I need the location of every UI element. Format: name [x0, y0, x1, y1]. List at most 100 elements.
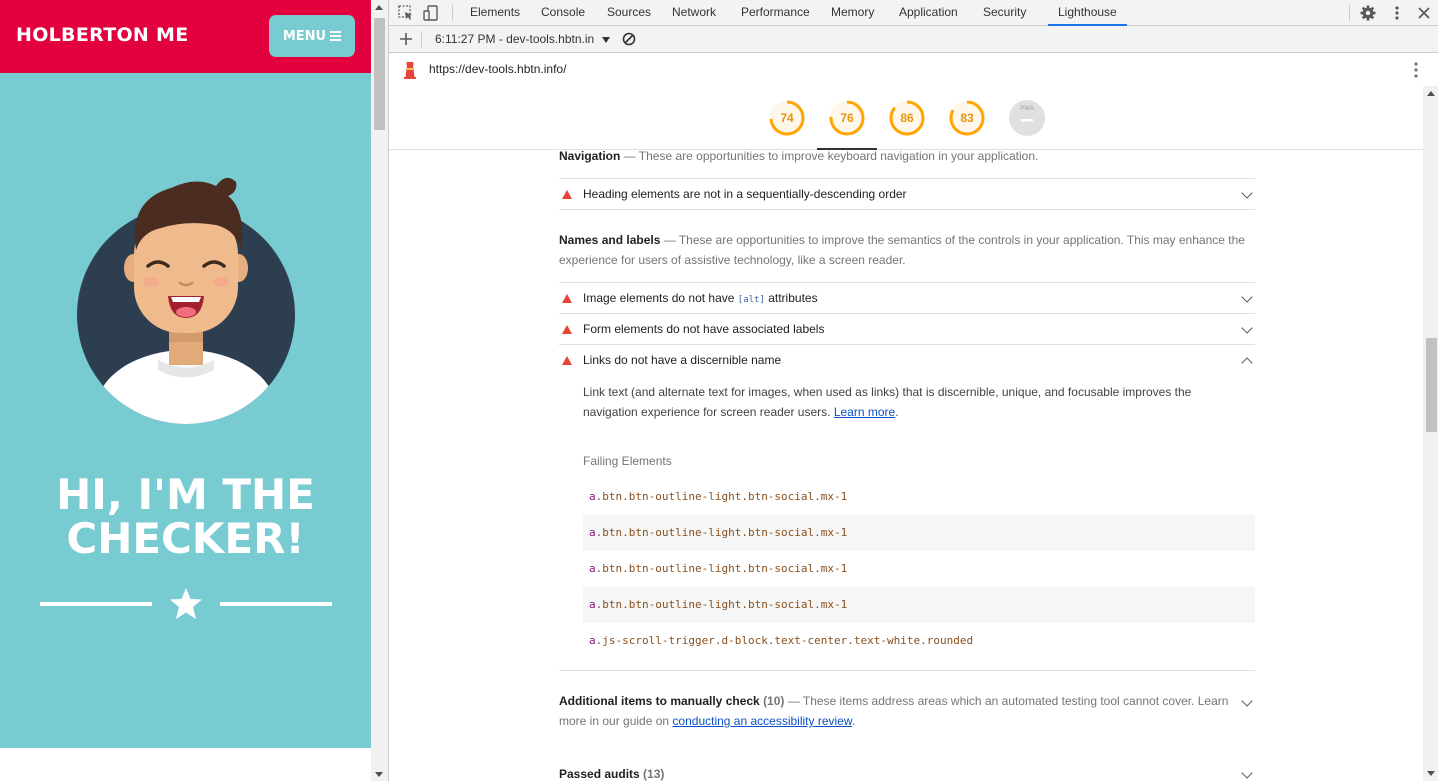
- score-gauge-performance[interactable]: 74: [768, 99, 806, 137]
- group-description: These are opportunities to improve keybo…: [638, 150, 1039, 163]
- fail-triangle-icon: [562, 325, 572, 334]
- failing-element-row[interactable]: a.btn.btn-outline-light.btn-social.mx-1: [583, 515, 1255, 551]
- group-count: (10): [763, 694, 785, 708]
- chevron-down-icon[interactable]: [1241, 695, 1253, 707]
- score-value: 76: [840, 111, 854, 125]
- report-url-bar: https://dev-tools.hbtn.info/: [389, 53, 1438, 86]
- audit-title: Form elements do not have associated lab…: [583, 322, 825, 336]
- accessibility-review-link[interactable]: conducting an accessibility review: [672, 714, 851, 728]
- failing-element-row[interactable]: a.btn.btn-outline-light.btn-social.mx-1: [583, 551, 1255, 587]
- tab-sources[interactable]: Sources: [607, 0, 651, 26]
- tab-application[interactable]: Application: [899, 0, 958, 26]
- score-gauge-seo[interactable]: 83: [948, 99, 986, 137]
- device-toolbar-icon[interactable]: [422, 4, 440, 22]
- chevron-down-icon: [1241, 322, 1253, 334]
- hamburger-icon: [330, 31, 342, 41]
- group-description: These are opportunities to improve the s…: [559, 233, 1245, 267]
- group-count: (13): [643, 767, 665, 781]
- audit-image-alt[interactable]: Image elements do not have [alt] attribu…: [559, 282, 1255, 313]
- hero-section: HI, I'M THE CHECKER!: [0, 73, 371, 748]
- failing-element-row[interactable]: a.js-scroll-trigger.d-block.text-center.…: [583, 623, 1255, 659]
- score-gauge-accessibility[interactable]: 76: [828, 99, 866, 137]
- clear-reports-icon[interactable]: [620, 30, 638, 48]
- menu-button-label: MENU: [282, 28, 327, 44]
- report-scrollbar-thumb[interactable]: [1426, 338, 1437, 432]
- report-scrollbar[interactable]: [1423, 86, 1438, 781]
- group-manual-checks[interactable]: Additional items to manually check (10) …: [559, 691, 1229, 731]
- chevron-up-icon: [1241, 357, 1253, 369]
- devtools-tab-bar: Elements Console Sources Network Perform…: [389, 0, 1438, 26]
- element-tag: a: [589, 562, 596, 575]
- score-gauge-best-practices[interactable]: 86: [888, 99, 926, 137]
- lighthouse-logo-icon: [404, 62, 416, 79]
- inspect-element-icon[interactable]: [397, 4, 415, 22]
- settings-gear-icon[interactable]: [1359, 4, 1377, 22]
- fail-triangle-icon: [562, 294, 572, 303]
- score-gauge-pwa[interactable]: PWA: [1008, 99, 1046, 137]
- page-scrollbar-thumb[interactable]: [374, 18, 385, 130]
- star-icon: [170, 588, 202, 619]
- failing-element-row[interactable]: a.btn.btn-outline-light.btn-social.mx-1: [583, 479, 1255, 515]
- star-divider: [40, 586, 332, 622]
- lighthouse-toolbar: 6:11:27 PM - dev-tools.hbtn.in: [389, 26, 1438, 53]
- audit-description: Link text (and alternate text for images…: [583, 385, 1192, 419]
- element-tag: a: [589, 598, 596, 611]
- audit-title: Heading elements are not in a sequential…: [583, 187, 907, 201]
- audit-title: Links do not have a discernible name: [583, 353, 782, 367]
- menu-button[interactable]: MENU: [269, 15, 355, 57]
- failing-element-row[interactable]: a.btn.btn-outline-light.btn-social.mx-1: [583, 587, 1255, 623]
- element-tag: a: [589, 634, 596, 647]
- audit-title-text: attributes: [768, 291, 818, 305]
- tab-elements[interactable]: Elements: [470, 0, 520, 26]
- tab-security[interactable]: Security: [983, 0, 1026, 26]
- audit-title: Image elements do not have [alt] attribu…: [583, 291, 818, 305]
- tab-console[interactable]: Console: [541, 0, 585, 26]
- report-selector-label: 6:11:27 PM - dev-tools.hbtn.in: [435, 32, 595, 46]
- failing-elements-label: Failing Elements: [583, 454, 672, 468]
- website-viewport: HOLBERTON ME MENU HI, I'M THE CHECKER!: [0, 0, 371, 781]
- element-selector: .btn.btn-outline-light.btn-social.mx-1: [595, 562, 848, 575]
- close-devtools-icon[interactable]: [1415, 4, 1433, 22]
- group-title: Additional items to manually check: [559, 694, 760, 708]
- group-title: Passed audits: [559, 767, 640, 781]
- report-selector[interactable]: 6:11:27 PM - dev-tools.hbtn.in: [435, 32, 610, 46]
- learn-more-link[interactable]: Learn more: [834, 405, 895, 419]
- dropdown-caret-icon: [601, 36, 610, 43]
- site-brand[interactable]: HOLBERTON ME: [16, 24, 189, 46]
- chevron-down-icon: [1241, 187, 1253, 199]
- devtools-panel: Elements Console Sources Network Perform…: [388, 0, 1438, 781]
- audit-form-labels[interactable]: Form elements do not have associated lab…: [559, 313, 1255, 344]
- page-scrollbar[interactable]: [371, 0, 388, 781]
- group-names-labels: Names and labels — These are opportuniti…: [559, 233, 1245, 267]
- score-value: 74: [780, 111, 794, 125]
- element-selector: .js-scroll-trigger.d-block.text-center.t…: [595, 634, 974, 647]
- score-value: 83: [960, 111, 974, 125]
- punctuation: .: [851, 714, 856, 728]
- element-tag: a: [589, 490, 596, 503]
- audit-title-text: Image elements do not have: [583, 291, 735, 305]
- score-value: 86: [900, 111, 914, 125]
- avatar-illustration: [77, 177, 295, 424]
- site-header: HOLBERTON ME MENU: [0, 0, 371, 73]
- element-tag: a: [589, 526, 596, 539]
- tab-network[interactable]: Network: [672, 0, 716, 26]
- group-passed-audits[interactable]: Passed audits (13): [559, 764, 1255, 781]
- element-selector: .btn.btn-outline-light.btn-social.mx-1: [595, 598, 848, 611]
- score-gauges: 74 76 86 83 PWA: [389, 86, 1438, 150]
- tab-lighthouse[interactable]: Lighthouse: [1048, 0, 1127, 26]
- element-selector: .btn.btn-outline-light.btn-social.mx-1: [595, 526, 848, 539]
- tab-memory[interactable]: Memory: [831, 0, 874, 26]
- audit-heading-order[interactable]: Heading elements are not in a sequential…: [559, 178, 1255, 209]
- audit-link-name[interactable]: Links do not have a discernible name: [559, 344, 1255, 375]
- group-title: Navigation: [559, 150, 621, 163]
- fail-triangle-icon: [562, 356, 572, 365]
- tab-performance[interactable]: Performance: [741, 0, 810, 26]
- report-menu-icon[interactable]: [1407, 61, 1425, 79]
- pwa-label: PWA: [1020, 106, 1034, 112]
- chevron-down-icon: [1241, 291, 1253, 303]
- new-report-plus-icon[interactable]: [397, 30, 415, 48]
- lighthouse-report: Navigation — These are opportunities to …: [389, 150, 1424, 781]
- group-title: Names and labels: [559, 233, 661, 247]
- more-options-icon[interactable]: [1388, 4, 1406, 22]
- element-selector: .btn.btn-outline-light.btn-social.mx-1: [595, 490, 848, 503]
